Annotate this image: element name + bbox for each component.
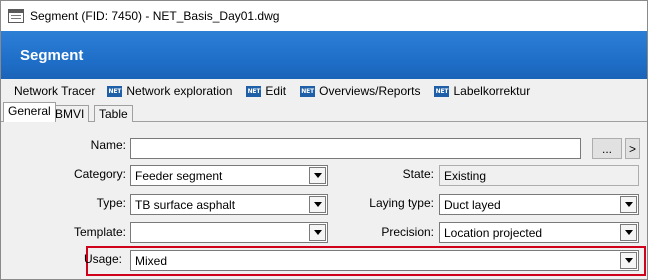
dropdown-arrow-icon[interactable]	[620, 224, 637, 241]
title-bar[interactable]: Segment (FID: 7450) - NET_Basis_Day01.dw…	[1, 1, 647, 31]
header-banner: Segment	[1, 31, 647, 79]
laying-type-value: Duct layed	[444, 197, 501, 212]
usage-label: Usage:	[83, 252, 122, 266]
category-value: Feeder segment	[135, 168, 223, 183]
general-panel: Name: ... > Category: Feeder segment Sta…	[1, 122, 647, 279]
type-label: Type:	[96, 196, 126, 210]
toolbar-item-label: Network Tracer	[14, 84, 96, 98]
usage-value: Mixed	[135, 253, 168, 268]
precision-label: Precision:	[381, 225, 434, 239]
template-label: Template:	[73, 225, 126, 239]
window-title: Segment (FID: 7450) - NET_Basis_Day01.dw…	[30, 9, 280, 23]
toolbar: Network Tracer NET Network exploration N…	[1, 81, 647, 101]
window-icon	[8, 9, 24, 23]
dropdown-arrow-icon[interactable]	[620, 252, 637, 269]
net-icon: NET	[246, 85, 262, 97]
laying-type-select[interactable]: Duct layed	[439, 194, 639, 215]
toolbar-item-label: Labelkorrektur	[453, 84, 531, 98]
name-field[interactable]	[130, 138, 581, 159]
toolbar-network-exploration[interactable]: NET Network exploration	[107, 84, 232, 98]
net-icon: NET	[107, 85, 123, 97]
next-button[interactable]: >	[625, 138, 640, 159]
tab-table[interactable]: Table	[94, 105, 133, 122]
dropdown-arrow-icon[interactable]	[620, 196, 637, 213]
dialog-window: Segment (FID: 7450) - NET_Basis_Day01.dw…	[0, 0, 648, 280]
laying-type-label: Laying type:	[369, 196, 434, 210]
browse-button[interactable]: ...	[592, 138, 622, 159]
category-select[interactable]: Feeder segment	[130, 165, 328, 186]
dropdown-arrow-icon[interactable]	[309, 196, 326, 213]
tab-general[interactable]: General	[3, 102, 56, 122]
header-title: Segment	[20, 46, 84, 64]
toolbar-item-label: Edit	[265, 84, 287, 98]
toolbar-network-tracer[interactable]: Network Tracer	[14, 84, 95, 98]
tab-strip: General BMVI Table	[1, 102, 647, 122]
net-icon: NET	[434, 85, 450, 97]
tab-bmvi[interactable]: BMVI	[50, 105, 90, 122]
dropdown-arrow-icon[interactable]	[309, 167, 326, 184]
name-label: Name:	[90, 138, 126, 152]
toolbar-item-label: Network exploration	[126, 84, 233, 98]
precision-select[interactable]: Location projected	[439, 222, 639, 243]
net-icon: NET	[300, 85, 316, 97]
type-value: TB surface asphalt	[135, 197, 236, 212]
usage-select[interactable]: Mixed	[130, 250, 639, 271]
template-select[interactable]	[130, 222, 328, 243]
category-label: Category:	[73, 167, 126, 181]
toolbar-overviews-reports[interactable]: NET Overviews/Reports	[300, 84, 420, 98]
type-select[interactable]: TB surface asphalt	[130, 194, 328, 215]
toolbar-labelkorrektur[interactable]: NET Labelkorrektur	[434, 84, 530, 98]
toolbar-edit[interactable]: NET Edit	[246, 84, 286, 98]
precision-value: Location projected	[444, 225, 543, 240]
dropdown-arrow-icon[interactable]	[309, 224, 326, 241]
state-label: State:	[402, 167, 434, 181]
state-field: Existing	[439, 165, 639, 186]
toolbar-item-label: Overviews/Reports	[319, 84, 421, 98]
